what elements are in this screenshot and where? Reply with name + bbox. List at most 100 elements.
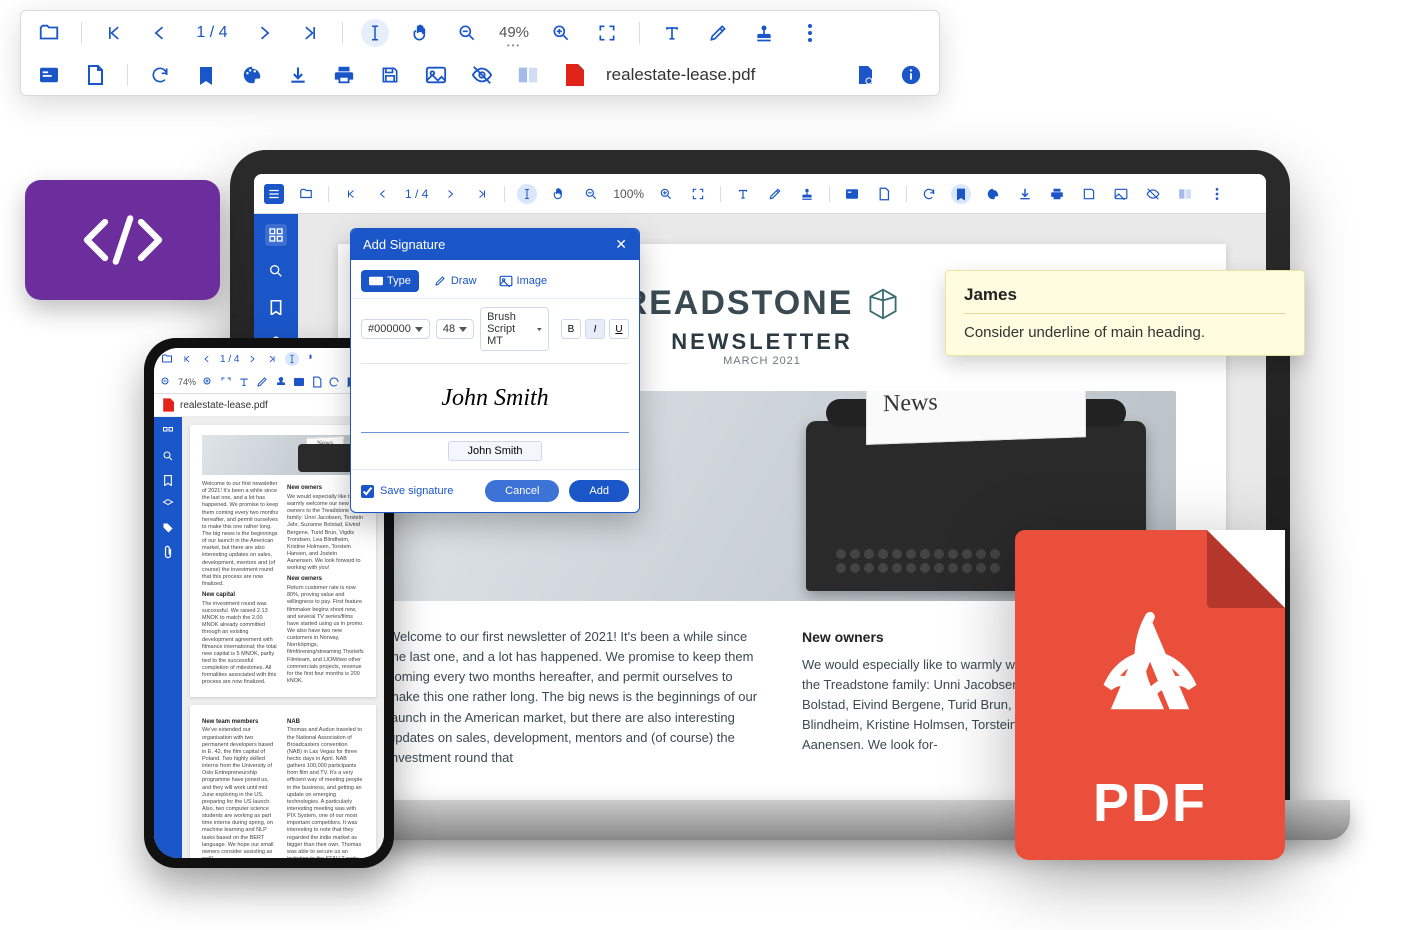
hamburger-icon[interactable] bbox=[264, 184, 284, 204]
image-icon[interactable] bbox=[422, 61, 450, 89]
draw-tool-icon[interactable] bbox=[704, 19, 732, 47]
signature-pad[interactable]: John Smith bbox=[361, 363, 629, 433]
stamp-icon[interactable] bbox=[274, 375, 286, 389]
open-icon[interactable] bbox=[35, 19, 63, 47]
save-icon[interactable] bbox=[1079, 184, 1099, 204]
text-select-icon[interactable] bbox=[517, 184, 537, 204]
zoom-out-icon[interactable] bbox=[581, 184, 601, 204]
form-icon[interactable] bbox=[292, 375, 306, 389]
cancel-button[interactable]: Cancel bbox=[485, 480, 559, 502]
save-signature-input[interactable] bbox=[361, 485, 374, 498]
bookmark-icon[interactable] bbox=[265, 296, 287, 318]
stamp-icon[interactable] bbox=[797, 184, 817, 204]
rotate-icon[interactable] bbox=[328, 375, 340, 389]
zoom-in-icon[interactable] bbox=[547, 19, 575, 47]
text-tool-icon[interactable] bbox=[733, 184, 753, 204]
prev-icon[interactable] bbox=[200, 352, 214, 366]
draw-tool-icon[interactable] bbox=[256, 375, 268, 389]
more-icon[interactable] bbox=[1207, 184, 1227, 204]
compare-icon[interactable] bbox=[1175, 184, 1195, 204]
visibility-off-icon[interactable] bbox=[468, 61, 496, 89]
save-icon[interactable] bbox=[376, 61, 404, 89]
last-page-icon[interactable] bbox=[472, 184, 492, 204]
more-icon[interactable] bbox=[796, 19, 824, 47]
text-tool-icon[interactable] bbox=[658, 19, 686, 47]
attach-icon[interactable] bbox=[851, 61, 879, 89]
bookmark-icon[interactable] bbox=[192, 61, 220, 89]
visibility-off-icon[interactable] bbox=[1143, 184, 1163, 204]
page-indicator[interactable]: 1 / 4 bbox=[192, 24, 232, 42]
last-page-icon[interactable] bbox=[265, 352, 279, 366]
thumbnails-icon[interactable] bbox=[265, 224, 287, 246]
next-icon[interactable] bbox=[245, 352, 259, 366]
font-select[interactable]: Brush Script MT bbox=[480, 307, 549, 351]
search-icon[interactable] bbox=[265, 260, 287, 282]
italic-button[interactable]: I bbox=[585, 319, 605, 339]
palette-icon[interactable] bbox=[238, 61, 266, 89]
underline-button[interactable]: U bbox=[609, 319, 629, 339]
prev-icon[interactable] bbox=[373, 184, 393, 204]
first-page-icon[interactable] bbox=[180, 352, 194, 366]
first-page-icon[interactable] bbox=[100, 19, 128, 47]
bookmark-icon[interactable] bbox=[951, 184, 971, 204]
tab-type[interactable]: Type bbox=[361, 270, 419, 292]
text-tool-icon[interactable] bbox=[238, 375, 250, 389]
rotate-icon[interactable] bbox=[919, 184, 939, 204]
search-icon[interactable] bbox=[161, 449, 175, 463]
add-button[interactable]: Add bbox=[569, 480, 629, 502]
text-select-icon[interactable] bbox=[285, 352, 299, 366]
fit-icon[interactable] bbox=[593, 19, 621, 47]
draw-tool-icon[interactable] bbox=[765, 184, 785, 204]
zoom-out-icon[interactable] bbox=[453, 19, 481, 47]
page-indicator[interactable]: 1 / 4 bbox=[405, 187, 428, 201]
size-select[interactable]: 48 bbox=[436, 319, 474, 339]
palette-icon[interactable] bbox=[983, 184, 1003, 204]
zoom-level[interactable]: 74% bbox=[178, 377, 196, 387]
open-icon[interactable] bbox=[296, 184, 316, 204]
form-icon[interactable] bbox=[35, 61, 63, 89]
signature-chip[interactable]: John Smith bbox=[448, 441, 541, 461]
zoom-level[interactable]: 100% bbox=[613, 187, 644, 201]
fit-icon[interactable] bbox=[220, 375, 232, 389]
page-icon[interactable] bbox=[874, 184, 894, 204]
text-select-icon[interactable] bbox=[361, 19, 389, 47]
print-icon[interactable] bbox=[330, 61, 358, 89]
save-signature-checkbox[interactable]: Save signature bbox=[361, 485, 453, 498]
close-icon[interactable]: ✕ bbox=[615, 236, 627, 253]
info-icon[interactable] bbox=[897, 61, 925, 89]
last-page-icon[interactable] bbox=[296, 19, 324, 47]
bookmark-icon[interactable] bbox=[161, 473, 175, 487]
compare-icon[interactable] bbox=[514, 61, 542, 89]
rotate-icon[interactable] bbox=[146, 61, 174, 89]
print-icon[interactable] bbox=[1047, 184, 1067, 204]
zoom-in-icon[interactable] bbox=[656, 184, 676, 204]
next-icon[interactable] bbox=[440, 184, 460, 204]
dialog-titlebar[interactable]: Add Signature ✕ bbox=[351, 229, 639, 260]
attachment-icon[interactable] bbox=[161, 545, 175, 559]
tab-image[interactable]: Image bbox=[491, 270, 556, 292]
fit-icon[interactable] bbox=[688, 184, 708, 204]
color-select[interactable]: #000000 bbox=[361, 319, 430, 339]
bold-button[interactable]: B bbox=[561, 319, 581, 339]
prev-icon[interactable] bbox=[146, 19, 174, 47]
pan-icon[interactable] bbox=[305, 352, 319, 366]
image-icon[interactable] bbox=[1111, 184, 1131, 204]
page-icon[interactable] bbox=[312, 375, 322, 389]
zoom-out-icon[interactable] bbox=[160, 375, 172, 389]
stamp-icon[interactable] bbox=[750, 19, 778, 47]
form-icon[interactable] bbox=[842, 184, 862, 204]
download-icon[interactable] bbox=[284, 61, 312, 89]
zoom-in-icon[interactable] bbox=[202, 375, 214, 389]
zoom-level[interactable]: 49% bbox=[499, 24, 529, 41]
tab-draw[interactable]: Draw bbox=[425, 270, 485, 292]
next-icon[interactable] bbox=[250, 19, 278, 47]
first-page-icon[interactable] bbox=[341, 184, 361, 204]
layers-icon[interactable] bbox=[161, 497, 175, 511]
pan-icon[interactable] bbox=[549, 184, 569, 204]
thumbnails-icon[interactable] bbox=[161, 425, 175, 439]
page-icon[interactable] bbox=[81, 61, 109, 89]
download-icon[interactable] bbox=[1015, 184, 1035, 204]
page-indicator[interactable]: 1 / 4 bbox=[220, 354, 239, 365]
tag-icon[interactable] bbox=[161, 521, 175, 535]
open-icon[interactable] bbox=[160, 352, 174, 366]
